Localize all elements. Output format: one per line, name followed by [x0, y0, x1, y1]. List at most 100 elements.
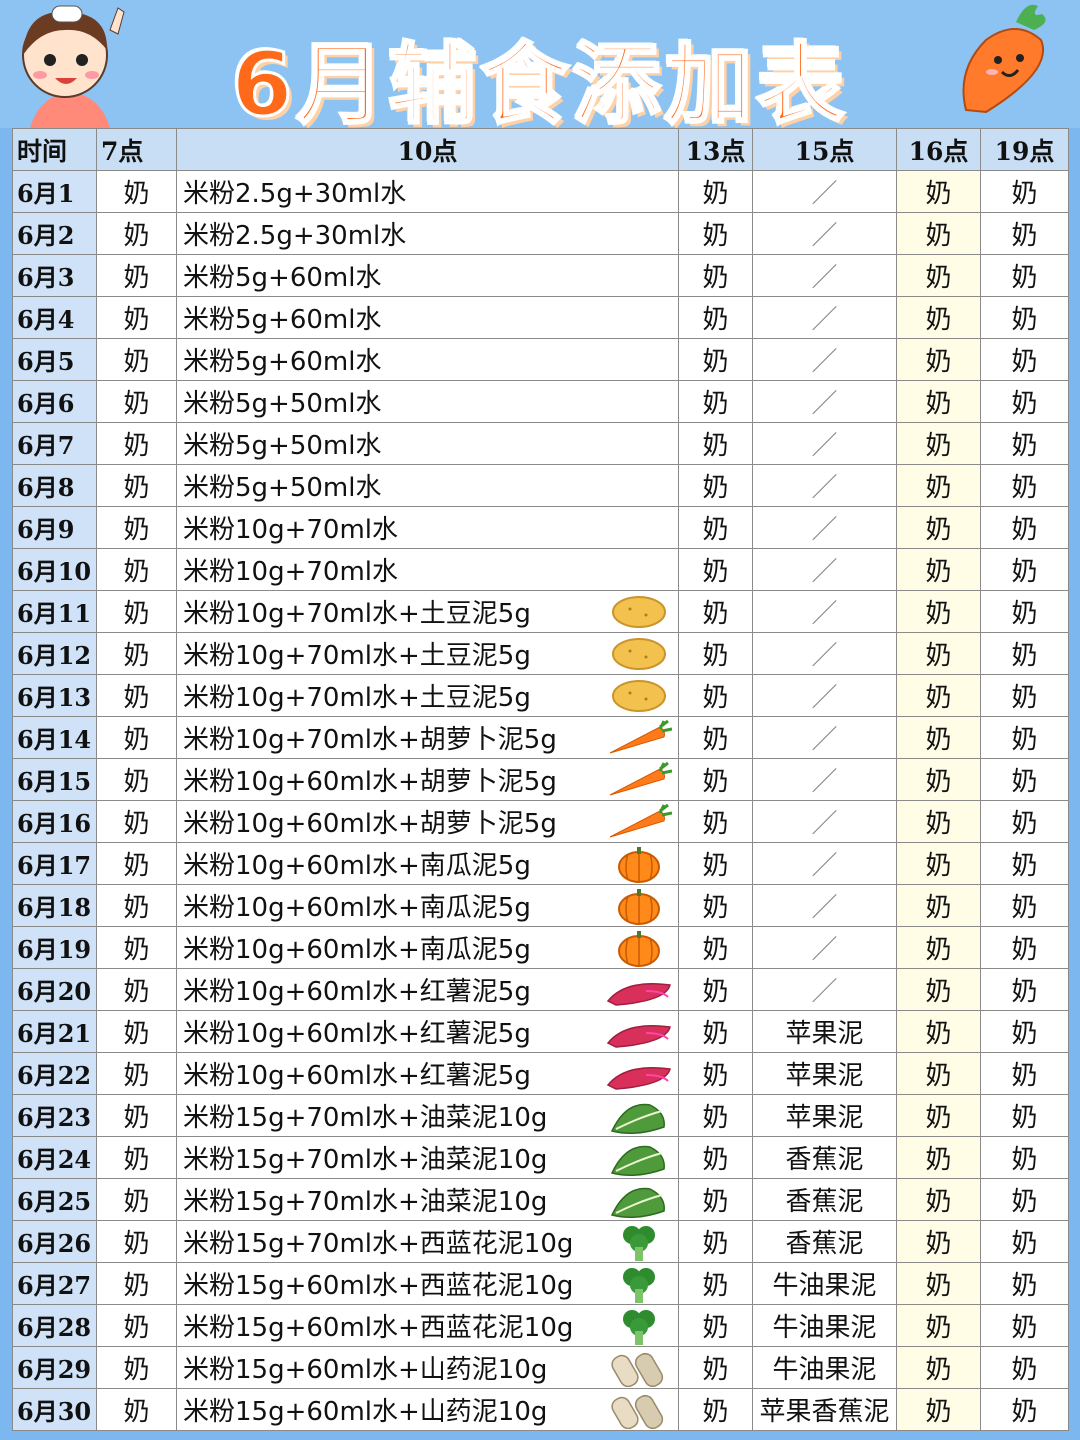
- table-row: 6月17 奶米粉10g+60ml水+南瓜泥5g 奶／奶奶: [12, 842, 1069, 885]
- meal-text: 米粉10g+60ml水+胡萝卜泥5g: [183, 767, 557, 797]
- cell-16: 奶: [896, 296, 981, 339]
- feeding-schedule-table: 时间 7点 10点 13点 15点 16点 19点 6月1 奶米粉2.5g+30m…: [12, 128, 1069, 1431]
- cell-15: 香蕉泥: [752, 1178, 897, 1221]
- cell-7: 奶: [96, 632, 177, 675]
- table-row: 6月5 奶米粉5g+60ml水奶／奶奶: [12, 338, 1069, 381]
- date-cell: 6月29: [12, 1346, 97, 1389]
- cell-16: 奶: [896, 1052, 981, 1095]
- cell-15: ／: [752, 296, 897, 339]
- cell-13: 奶: [678, 1178, 753, 1221]
- meal-text: 米粉15g+70ml水+油菜泥10g: [183, 1145, 548, 1175]
- cell-10-meal: 米粉15g+70ml水+油菜泥10g: [176, 1178, 679, 1221]
- cell-7: 奶: [96, 800, 177, 843]
- cell-7: 奶: [96, 1304, 177, 1347]
- column-header-13: 13点: [678, 128, 753, 171]
- cell-16: 奶: [896, 464, 981, 507]
- table-body: 6月1 奶米粉2.5g+30ml水奶／奶奶 6月2 奶米粉2.5g+30ml水奶／奶奶…: [12, 170, 1069, 1431]
- cell-13: 奶: [678, 716, 753, 759]
- cell-10-meal: 米粉10g+60ml水+胡萝卜泥5g: [176, 800, 679, 843]
- cell-13: 奶: [678, 1136, 753, 1179]
- cell-13: 奶: [678, 884, 753, 927]
- meal-text: 米粉5g+50ml水: [183, 389, 382, 419]
- cell-10-meal: 米粉10g+60ml水+红薯泥5g: [176, 968, 679, 1011]
- cell-13: 奶: [678, 464, 753, 507]
- cell-19: 奶: [980, 422, 1069, 465]
- meal-text: 米粉5g+60ml水: [183, 263, 382, 293]
- table-row: 6月7 奶米粉5g+50ml水奶／奶奶: [12, 422, 1069, 465]
- cell-10-meal: 米粉15g+60ml水+西蓝花泥10g: [176, 1262, 679, 1305]
- table-row: 6月12 奶米粉10g+70ml水+土豆泥5g 奶／奶奶: [12, 632, 1069, 675]
- cell-10-meal: 米粉15g+60ml水+山药泥10g: [176, 1388, 679, 1431]
- date-cell: 6月8: [12, 464, 97, 507]
- cell-19: 奶: [980, 1010, 1069, 1053]
- cell-13: 奶: [678, 758, 753, 801]
- table-row: 6月20 奶米粉10g+60ml水+红薯泥5g 奶／奶奶: [12, 968, 1069, 1011]
- meal-text: 米粉5g+50ml水: [183, 431, 382, 461]
- meal-text: 米粉10g+60ml水+胡萝卜泥5g: [183, 809, 557, 839]
- cell-7: 奶: [96, 1178, 177, 1221]
- cell-13: 奶: [678, 674, 753, 717]
- table-row: 6月4 奶米粉5g+60ml水奶／奶奶: [12, 296, 1069, 339]
- cell-19: 奶: [980, 1094, 1069, 1137]
- table-row: 6月19 奶米粉10g+60ml水+南瓜泥5g 奶／奶奶: [12, 926, 1069, 969]
- cell-15: 苹果香蕉泥: [752, 1388, 897, 1431]
- date-cell: 6月24: [12, 1136, 97, 1179]
- cell-7: 奶: [96, 170, 177, 213]
- cell-13: 奶: [678, 926, 753, 969]
- cell-15: 牛油果泥: [752, 1262, 897, 1305]
- meal-text: 米粉10g+70ml水+土豆泥5g: [183, 599, 531, 629]
- cell-10-meal: 米粉10g+60ml水+南瓜泥5g: [176, 842, 679, 885]
- cell-7: 奶: [96, 1346, 177, 1389]
- meal-text: 米粉15g+60ml水+山药泥10g: [183, 1355, 548, 1385]
- cell-16: 奶: [896, 1304, 981, 1347]
- cell-19: 奶: [980, 1388, 1069, 1431]
- table-row: 6月27 奶米粉15g+60ml水+西蓝花泥10g 奶牛油果泥奶奶: [12, 1262, 1069, 1305]
- meal-text: 米粉15g+60ml水+西蓝花泥10g: [183, 1271, 574, 1301]
- date-cell: 6月2: [12, 212, 97, 255]
- cell-13: 奶: [678, 254, 753, 297]
- cell-10-meal: 米粉10g+70ml水+土豆泥5g: [176, 632, 679, 675]
- cell-15: ／: [752, 716, 897, 759]
- cell-15: ／: [752, 632, 897, 675]
- meal-text: 米粉10g+70ml水+土豆泥5g: [183, 683, 531, 713]
- cell-19: 奶: [980, 926, 1069, 969]
- cell-16: 奶: [896, 590, 981, 633]
- cell-16: 奶: [896, 1094, 981, 1137]
- cell-7: 奶: [96, 338, 177, 381]
- cell-10-meal: 米粉10g+70ml水: [176, 506, 679, 549]
- cell-15: ／: [752, 338, 897, 381]
- meal-text: 米粉15g+60ml水+山药泥10g: [183, 1397, 548, 1427]
- date-cell: 6月25: [12, 1178, 97, 1221]
- table-row: 6月22 奶米粉10g+60ml水+红薯泥5g 奶苹果泥奶奶: [12, 1052, 1069, 1095]
- cell-15: ／: [752, 674, 897, 717]
- cell-7: 奶: [96, 296, 177, 339]
- cell-10-meal: 米粉10g+60ml水+南瓜泥5g: [176, 926, 679, 969]
- cell-16: 奶: [896, 1346, 981, 1389]
- cell-19: 奶: [980, 296, 1069, 339]
- table-row: 6月1 奶米粉2.5g+30ml水奶／奶奶: [12, 170, 1069, 213]
- cell-10-meal: 米粉5g+50ml水: [176, 464, 679, 507]
- date-cell: 6月18: [12, 884, 97, 927]
- header-banner: 6月辅食添加表: [0, 0, 1080, 138]
- cell-10-meal: 米粉5g+50ml水: [176, 422, 679, 465]
- cell-13: 奶: [678, 296, 753, 339]
- cell-19: 奶: [980, 674, 1069, 717]
- table-row: 6月6 奶米粉5g+50ml水奶／奶奶: [12, 380, 1069, 423]
- cell-13: 奶: [678, 422, 753, 465]
- table-row: 6月24 奶米粉15g+70ml水+油菜泥10g 奶香蕉泥奶奶: [12, 1136, 1069, 1179]
- date-cell: 6月16: [12, 800, 97, 843]
- cell-13: 奶: [678, 1262, 753, 1305]
- date-cell: 6月14: [12, 716, 97, 759]
- table-row: 6月15 奶米粉10g+60ml水+胡萝卜泥5g 奶／奶奶: [12, 758, 1069, 801]
- date-cell: 6月5: [12, 338, 97, 381]
- cell-10-meal: 米粉15g+60ml水+西蓝花泥10g: [176, 1304, 679, 1347]
- table-row: 6月18 奶米粉10g+60ml水+南瓜泥5g 奶／奶奶: [12, 884, 1069, 927]
- cell-16: 奶: [896, 338, 981, 381]
- cell-7: 奶: [96, 212, 177, 255]
- cell-19: 奶: [980, 170, 1069, 213]
- table-row: 6月9 奶米粉10g+70ml水奶／奶奶: [12, 506, 1069, 549]
- date-cell: 6月4: [12, 296, 97, 339]
- cell-13: 奶: [678, 1094, 753, 1137]
- cell-19: 奶: [980, 1262, 1069, 1305]
- cell-13: 奶: [678, 632, 753, 675]
